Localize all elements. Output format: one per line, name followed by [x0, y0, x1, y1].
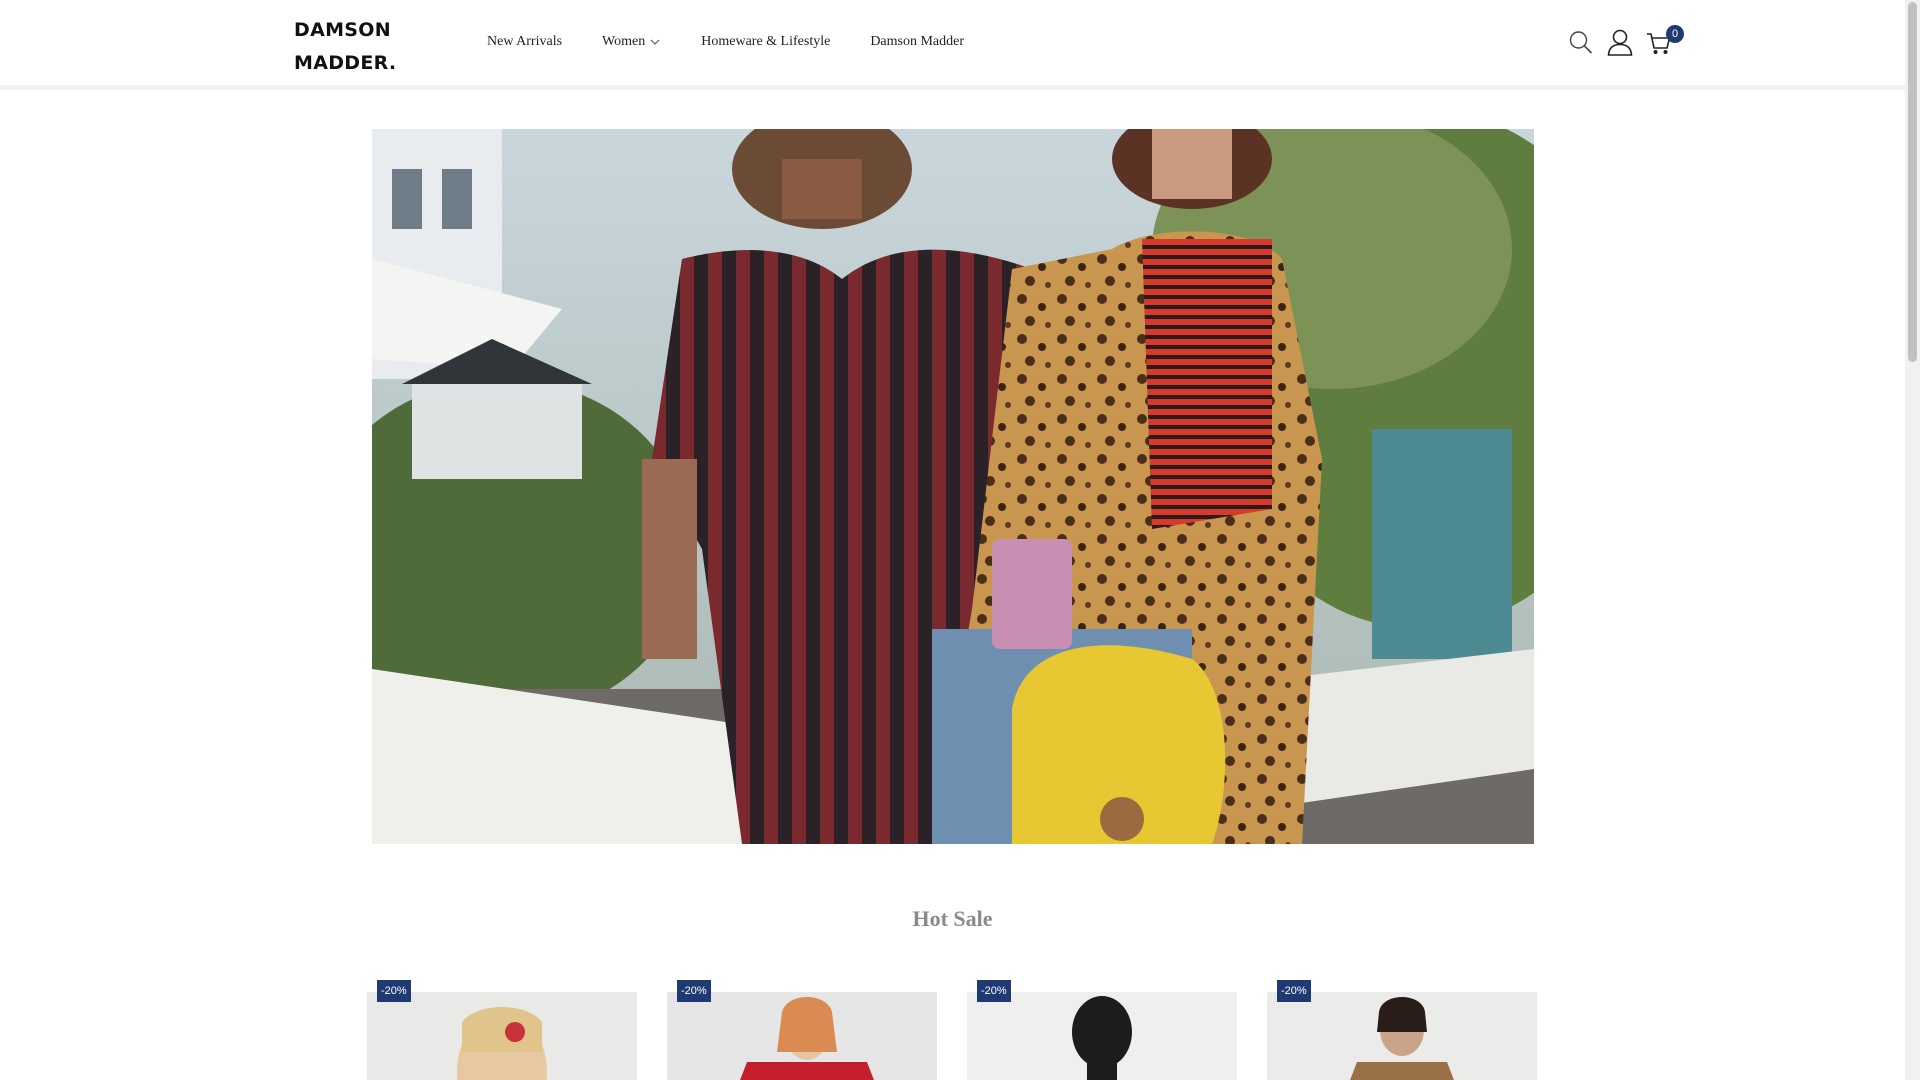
- discount-badge: -20%: [377, 980, 411, 1002]
- brand-logo[interactable]: DAMSON MADDER.: [294, 14, 396, 80]
- product-image[interactable]: [1267, 992, 1537, 1080]
- cart-count-badge: 0: [1666, 25, 1684, 43]
- nav-label: Damson Madder: [870, 34, 965, 49]
- product-card[interactable]: -20%: [667, 978, 937, 1080]
- product-card[interactable]: -20%: [967, 978, 1237, 1080]
- product-card[interactable]: -20%: [367, 978, 637, 1080]
- hero-banner-image[interactable]: [372, 129, 1534, 844]
- discount-badge: -20%: [977, 980, 1011, 1002]
- nav-item-damson-madder[interactable]: Damson Madder: [870, 34, 964, 50]
- product-image[interactable]: [667, 992, 937, 1080]
- nav-item-new-arrivals[interactable]: New Arrivals: [487, 34, 562, 50]
- product-image[interactable]: [967, 992, 1237, 1080]
- scrollbar-thumb[interactable]: [1908, 2, 1917, 362]
- product-card[interactable]: -20%: [1267, 978, 1537, 1080]
- page-scrollbar[interactable]: [1905, 0, 1920, 1080]
- product-image[interactable]: [367, 992, 637, 1080]
- nav-label: Homeware & Lifestyle: [701, 34, 831, 49]
- nav-item-homeware-lifestyle[interactable]: Homeware & Lifestyle: [701, 34, 830, 50]
- main-nav: New Arrivals Women Homeware & Lifestyle …: [487, 34, 1004, 50]
- logo-line-2: MADDER.: [294, 52, 397, 74]
- nav-label: Women: [602, 34, 646, 49]
- header-actions: 0: [1568, 25, 1685, 56]
- discount-badge: -20%: [677, 980, 711, 1002]
- section-title-hot-sale: Hot Sale: [912, 906, 993, 931]
- product-grid: -20% -20% -20% -20%: [367, 978, 1567, 1080]
- search-icon[interactable]: [1568, 28, 1594, 56]
- user-icon[interactable]: [1607, 28, 1633, 56]
- cart-icon[interactable]: 0: [1646, 25, 1684, 56]
- site-header: DAMSON MADDER. New Arrivals Women Homewa…: [0, 0, 1905, 90]
- discount-badge: -20%: [1277, 980, 1311, 1002]
- logo-line-1: DAMSON: [294, 19, 391, 41]
- chevron-down-icon: [649, 36, 661, 48]
- nav-item-women[interactable]: Women: [602, 34, 661, 50]
- nav-label: New Arrivals: [487, 34, 563, 49]
